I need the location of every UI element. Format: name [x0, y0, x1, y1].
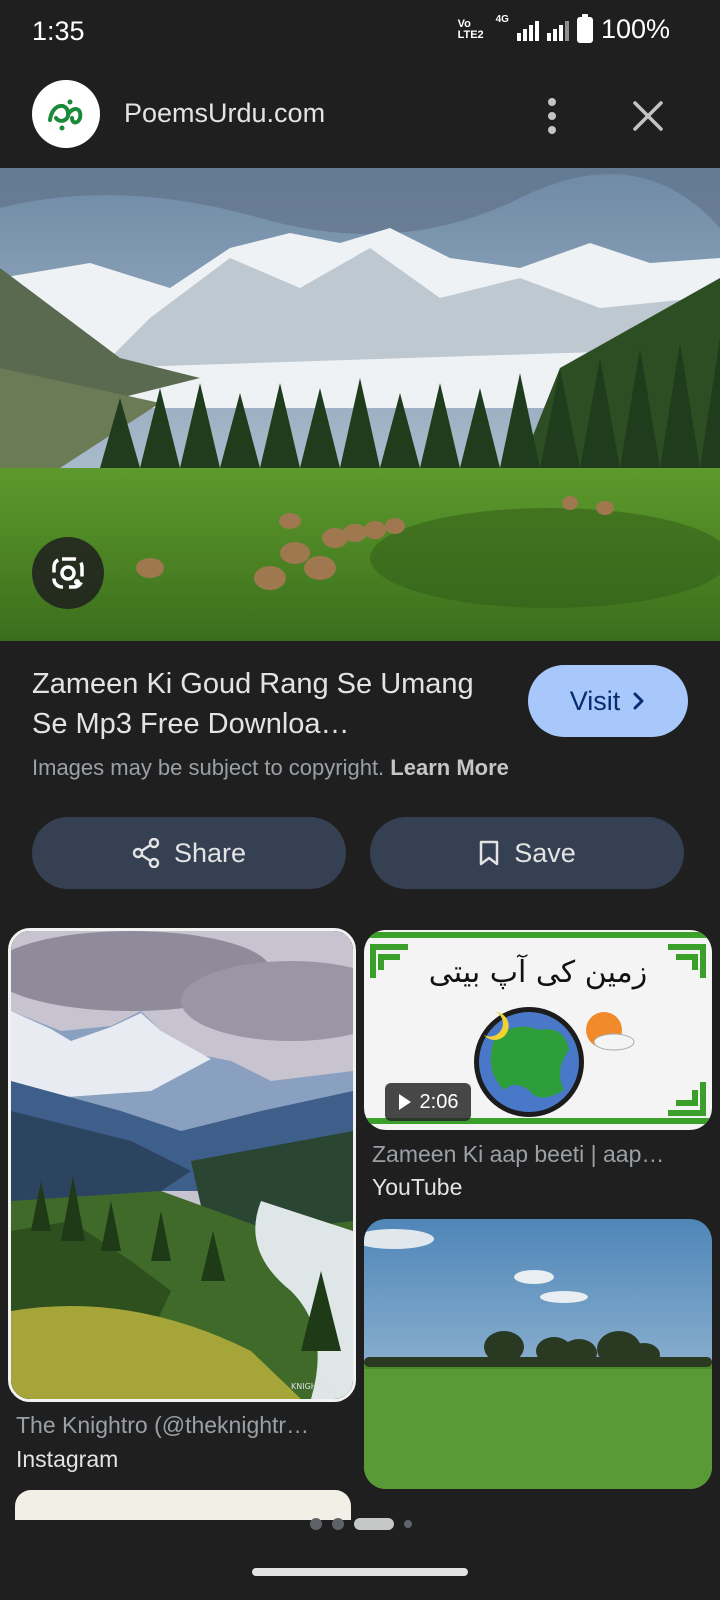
- status-bar: 1:35 Vo LTE2 4G 100%: [0, 0, 720, 66]
- share-button[interactable]: Share: [32, 817, 346, 889]
- related-card-instagram[interactable]: KNIGHTRO: [8, 928, 356, 1402]
- share-label: Share: [173, 837, 247, 868]
- play-icon: [398, 1094, 411, 1110]
- related-caption-1[interactable]: The Knightro (@theknightr…: [16, 1412, 350, 1439]
- home-indicator[interactable]: [252, 1568, 468, 1576]
- related-card-peek[interactable]: [15, 1490, 351, 1520]
- related-card-field[interactable]: [364, 1219, 712, 1489]
- copyright-text: Images may be subject to copyright.: [32, 755, 385, 780]
- status-icons: Vo LTE2 4G 100%: [457, 13, 670, 45]
- page-indicator: [310, 1518, 412, 1530]
- page-dot: [310, 1518, 322, 1530]
- page-dot: [332, 1518, 344, 1530]
- chevron-right-icon: [633, 692, 644, 710]
- visit-button[interactable]: Visit: [528, 665, 688, 737]
- battery-percent: 100%: [600, 14, 670, 44]
- network-type: 4G: [495, 14, 509, 25]
- video-duration-badge: 2:06: [385, 1083, 471, 1121]
- signal-icon-sim2: [546, 19, 569, 41]
- related-source-2: YouTube: [372, 1174, 463, 1200]
- share-icon: [132, 838, 160, 868]
- status-time: 1:35: [32, 16, 85, 46]
- site-header: PoemsUrdu.com: [0, 66, 720, 166]
- site-logo-icon[interactable]: [32, 80, 100, 148]
- watermark-text: KNIGHTRO: [291, 1382, 334, 1391]
- close-icon[interactable]: [630, 98, 666, 134]
- visit-label: Visit: [569, 685, 621, 716]
- site-name[interactable]: PoemsUrdu.com: [124, 98, 325, 129]
- bookmark-icon: [479, 840, 499, 866]
- lens-search-button[interactable]: [32, 537, 104, 609]
- page-dot-active: [354, 1518, 394, 1530]
- save-label: Save: [514, 837, 576, 868]
- copyright-notice: Images may be subject to copyright. Lear…: [32, 755, 509, 781]
- volte-indicator: Vo LTE2: [457, 17, 484, 41]
- save-button[interactable]: Save: [370, 817, 684, 889]
- signal-icon: [516, 19, 539, 41]
- duration-label: 2:06: [419, 1090, 459, 1113]
- learn-more-link[interactable]: Learn More: [390, 755, 509, 780]
- related-caption-2[interactable]: Zameen Ki aap beeti | aap…: [372, 1141, 706, 1168]
- result-title: Zameen Ki Goud Rang Se Umang Se Mp3 Free…: [32, 668, 474, 740]
- related-source-1: Instagram: [16, 1446, 119, 1472]
- more-vert-icon[interactable]: [536, 96, 568, 136]
- lens-icon: [52, 557, 84, 589]
- battery-icon: [576, 13, 593, 43]
- hero-image[interactable]: [0, 168, 720, 641]
- page-dot: [404, 1520, 412, 1528]
- urdu-title: زمین کی آپ بیتی: [429, 954, 647, 990]
